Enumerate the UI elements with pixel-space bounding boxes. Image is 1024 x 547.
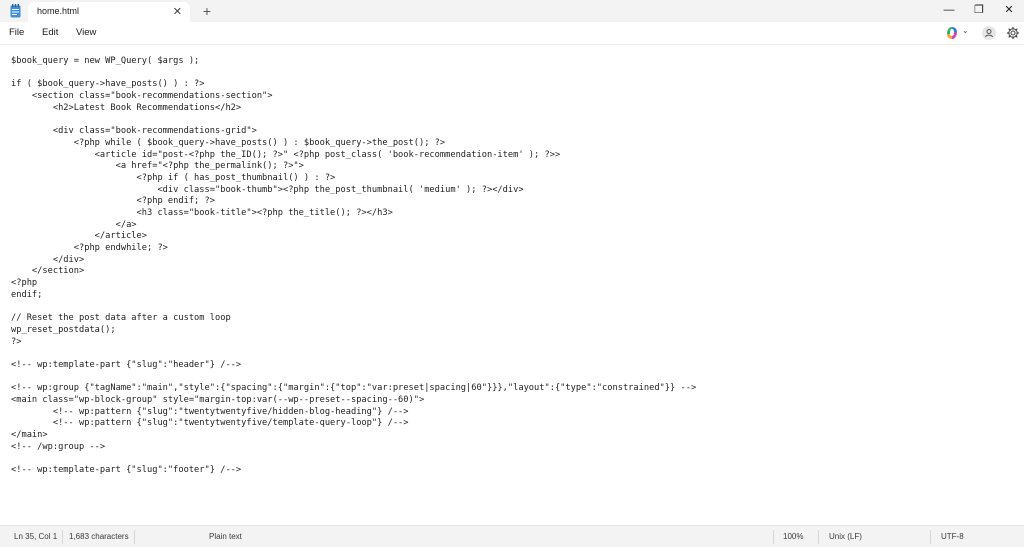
menu-file[interactable]: File	[9, 27, 24, 38]
close-tab-icon[interactable]: ✕	[173, 5, 182, 19]
menu-bar: File Edit View	[0, 22, 1024, 44]
code-line[interactable]: <?php	[11, 278, 696, 290]
status-divider	[773, 530, 774, 544]
code-line[interactable]: <section class="book-recommendations-sec…	[11, 91, 696, 103]
code-line[interactable]: <!-- /wp:group -->	[11, 442, 696, 454]
code-line[interactable]: </a>	[11, 220, 696, 232]
code-line[interactable]: </main>	[11, 430, 696, 442]
code-line[interactable]: <h2>Latest Book Recommendations</h2>	[11, 103, 696, 115]
code-line[interactable]: <!-- wp:pattern {"slug":"twentytwentyfiv…	[11, 418, 696, 430]
code-line[interactable]: <?php endif; ?>	[11, 196, 696, 208]
code-line[interactable]	[11, 453, 696, 465]
new-tab-button[interactable]: +	[198, 2, 216, 20]
code-line[interactable]: $book_query = new WP_Query( $args );	[11, 56, 696, 68]
code-line[interactable]: <?php endwhile; ?>	[11, 243, 696, 255]
cursor-position: Ln 35, Col 1	[14, 532, 58, 541]
close-window-button[interactable]: ✕	[992, 0, 1024, 22]
code-line[interactable]	[11, 372, 696, 384]
profile-icon[interactable]	[982, 26, 996, 40]
zoom-level[interactable]: 100%	[783, 532, 803, 541]
status-divider	[62, 530, 63, 544]
code-line[interactable]: // Reset the post data after a custom lo…	[11, 313, 696, 325]
code-line[interactable]: endif;	[11, 290, 696, 302]
code-line[interactable]	[11, 68, 696, 80]
status-divider	[818, 530, 819, 544]
code-line[interactable]: <article id="post-<?php the_ID(); ?>" <?…	[11, 150, 696, 162]
code-line[interactable]: </div>	[11, 255, 696, 267]
code-line[interactable]: wp_reset_postdata();	[11, 325, 696, 337]
character-count: 1,683 characters	[69, 532, 129, 541]
maximize-button[interactable]: ❐	[962, 0, 996, 22]
status-bar: Ln 35, Col 1 1,683 characters Plain text…	[0, 525, 1024, 547]
code-line[interactable]: </article>	[11, 231, 696, 243]
notepad-icon	[10, 4, 21, 18]
tab-home-html[interactable]: home.html ✕	[28, 2, 190, 22]
code-line[interactable]: <!-- wp:template-part {"slug":"header"} …	[11, 360, 696, 372]
code-line[interactable]	[11, 114, 696, 126]
code-line[interactable]: <?php while ( $book_query->have_posts() …	[11, 138, 696, 150]
code-line[interactable]: if ( $book_query->have_posts() ) : ?>	[11, 79, 696, 91]
title-bar: home.html ✕ + — ❐ ✕	[0, 0, 1024, 22]
code-content[interactable]: $book_query = new WP_Query( $args ); if (…	[11, 56, 696, 477]
minimize-button[interactable]: —	[932, 0, 966, 22]
chevron-down-icon[interactable]: ⌄	[962, 26, 969, 35]
line-ending[interactable]: Unix (LF)	[829, 532, 862, 541]
text-editor[interactable]: $book_query = new WP_Query( $args ); if (…	[0, 45, 1024, 525]
status-divider	[134, 530, 135, 544]
code-line[interactable]: </section>	[11, 266, 696, 278]
status-divider	[930, 530, 931, 544]
tab-title: home.html	[37, 6, 80, 16]
encoding[interactable]: UTF-8	[941, 532, 964, 541]
code-line[interactable]	[11, 348, 696, 360]
code-line[interactable]: <!-- wp:pattern {"slug":"twentytwentyfiv…	[11, 407, 696, 419]
code-line[interactable]: <h3 class="book-title"><?php the_title()…	[11, 208, 696, 220]
menu-edit[interactable]: Edit	[42, 27, 58, 38]
code-line[interactable]: <div class="book-thumb"><?php the_post_t…	[11, 185, 696, 197]
code-line[interactable]: <!-- wp:group {"tagName":"main","style":…	[11, 383, 696, 395]
code-line[interactable]: <div class="book-recommendations-grid">	[11, 126, 696, 138]
code-line[interactable]: <!-- wp:template-part {"slug":"footer"} …	[11, 465, 696, 477]
code-line[interactable]: <?php if ( has_post_thumbnail() ) : ?>	[11, 173, 696, 185]
copilot-icon[interactable]	[945, 26, 959, 40]
menu-view[interactable]: View	[76, 27, 96, 38]
code-line[interactable]: <main class="wp-block-group" style="marg…	[11, 395, 696, 407]
gear-icon[interactable]	[1006, 26, 1020, 40]
file-format[interactable]: Plain text	[209, 532, 242, 541]
code-line[interactable]	[11, 301, 696, 313]
code-line[interactable]: <a href="<?php the_permalink(); ?>">	[11, 161, 696, 173]
code-line[interactable]: ?>	[11, 337, 696, 349]
